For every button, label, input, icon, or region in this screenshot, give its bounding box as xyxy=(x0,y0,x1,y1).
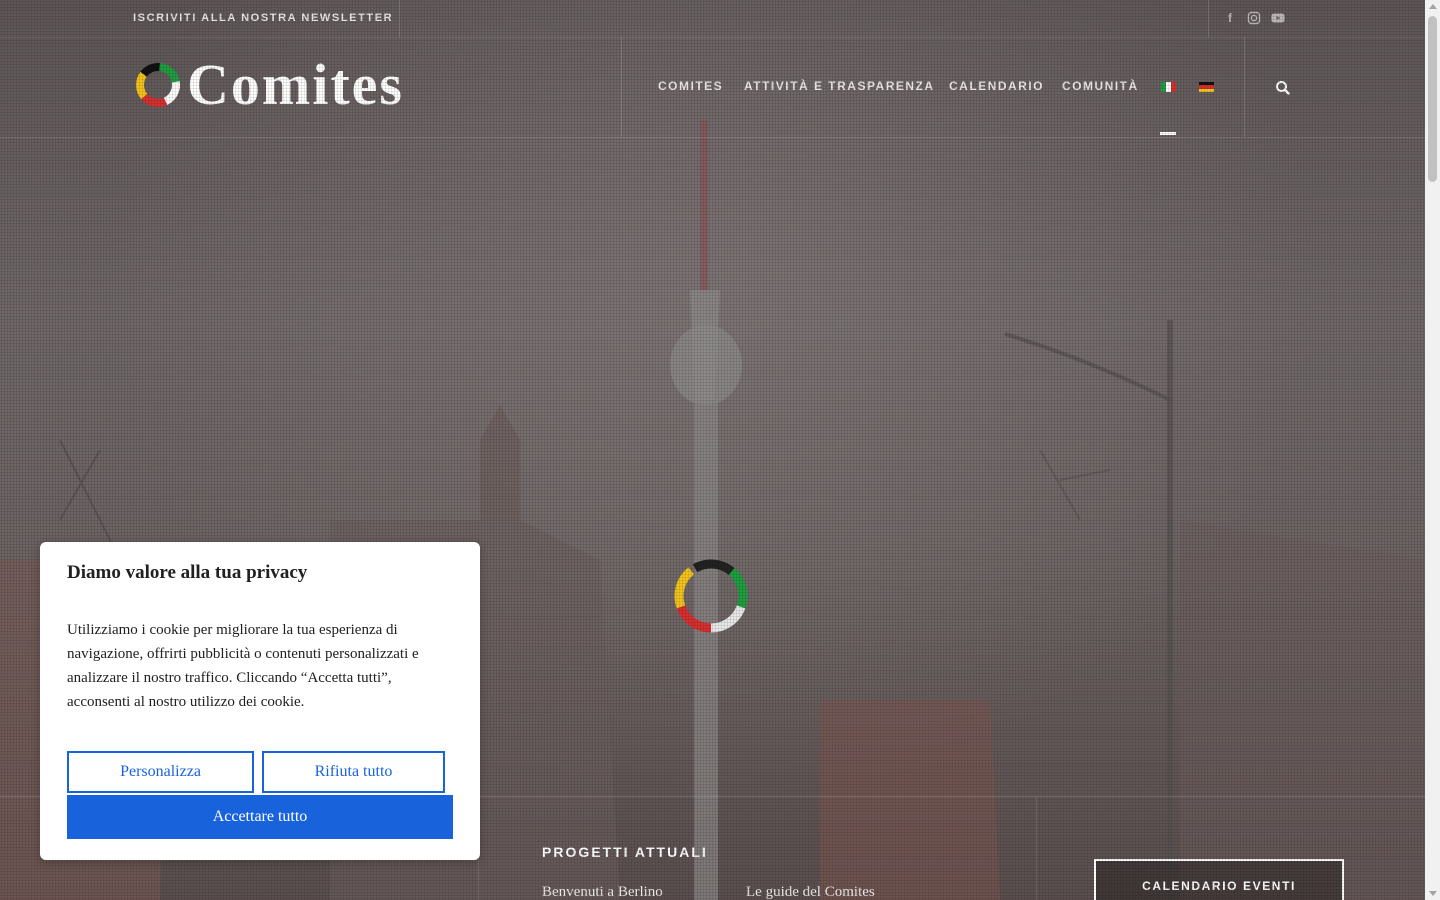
project-link-benvenuti[interactable]: Benvenuti a Berlino xyxy=(542,884,663,900)
nav-comunita[interactable]: COMUNITÀ xyxy=(1062,79,1139,93)
cookie-title: Diamo valore alla tua privacy xyxy=(67,562,308,583)
german-flag-icon[interactable] xyxy=(1199,82,1214,92)
nav-calendario[interactable]: CALENDARIO xyxy=(949,79,1044,93)
newsletter-link[interactable]: ISCRIVITI ALLA NOSTRA NEWSLETTER xyxy=(133,12,393,24)
search-icon[interactable] xyxy=(1274,79,1292,97)
divider xyxy=(1036,797,1037,900)
divider xyxy=(621,37,622,137)
instagram-icon[interactable] xyxy=(1247,11,1261,25)
nav-attivita-trasparenza[interactable]: ATTIVITÀ E TRASPARENZA xyxy=(744,79,935,93)
divider xyxy=(399,0,400,37)
divider xyxy=(1244,37,1245,137)
calendar-events-button[interactable]: CALENDARIO EVENTI xyxy=(1094,859,1344,900)
scroll-down-icon[interactable] xyxy=(1429,891,1437,896)
facebook-icon[interactable]: f xyxy=(1223,11,1237,25)
cookie-consent-dialog: Diamo valore alla tua privacy Utilizziam… xyxy=(40,542,480,860)
loading-ring-icon xyxy=(674,559,748,633)
page-scrollbar[interactable] xyxy=(1425,0,1440,900)
site-logo[interactable]: Comites xyxy=(135,54,435,116)
reject-all-button[interactable]: Rifiuta tutto xyxy=(262,751,445,793)
scroll-up-icon[interactable] xyxy=(1429,4,1437,9)
project-link-guide[interactable]: Le guide del Comites xyxy=(746,884,875,900)
projects-title: PROGETTI ATTUALI xyxy=(542,844,708,860)
scrollbar-thumb[interactable] xyxy=(1428,16,1437,182)
logo-text: Comites xyxy=(187,52,404,117)
youtube-icon[interactable] xyxy=(1271,11,1285,25)
cookie-description: Utilizziamo i cookie per migliorare la t… xyxy=(67,622,419,710)
accept-all-button[interactable]: Accettare tutto xyxy=(67,795,453,839)
customize-button[interactable]: Personalizza xyxy=(67,751,254,793)
logo-ring-icon xyxy=(136,63,180,107)
nav-comites[interactable]: COMITES xyxy=(658,79,723,93)
active-language-indicator xyxy=(1160,132,1176,135)
italian-flag-icon[interactable] xyxy=(1161,82,1176,92)
divider xyxy=(1208,0,1209,37)
top-bar: ISCRIVITI ALLA NOSTRA NEWSLETTER f xyxy=(0,0,1425,38)
